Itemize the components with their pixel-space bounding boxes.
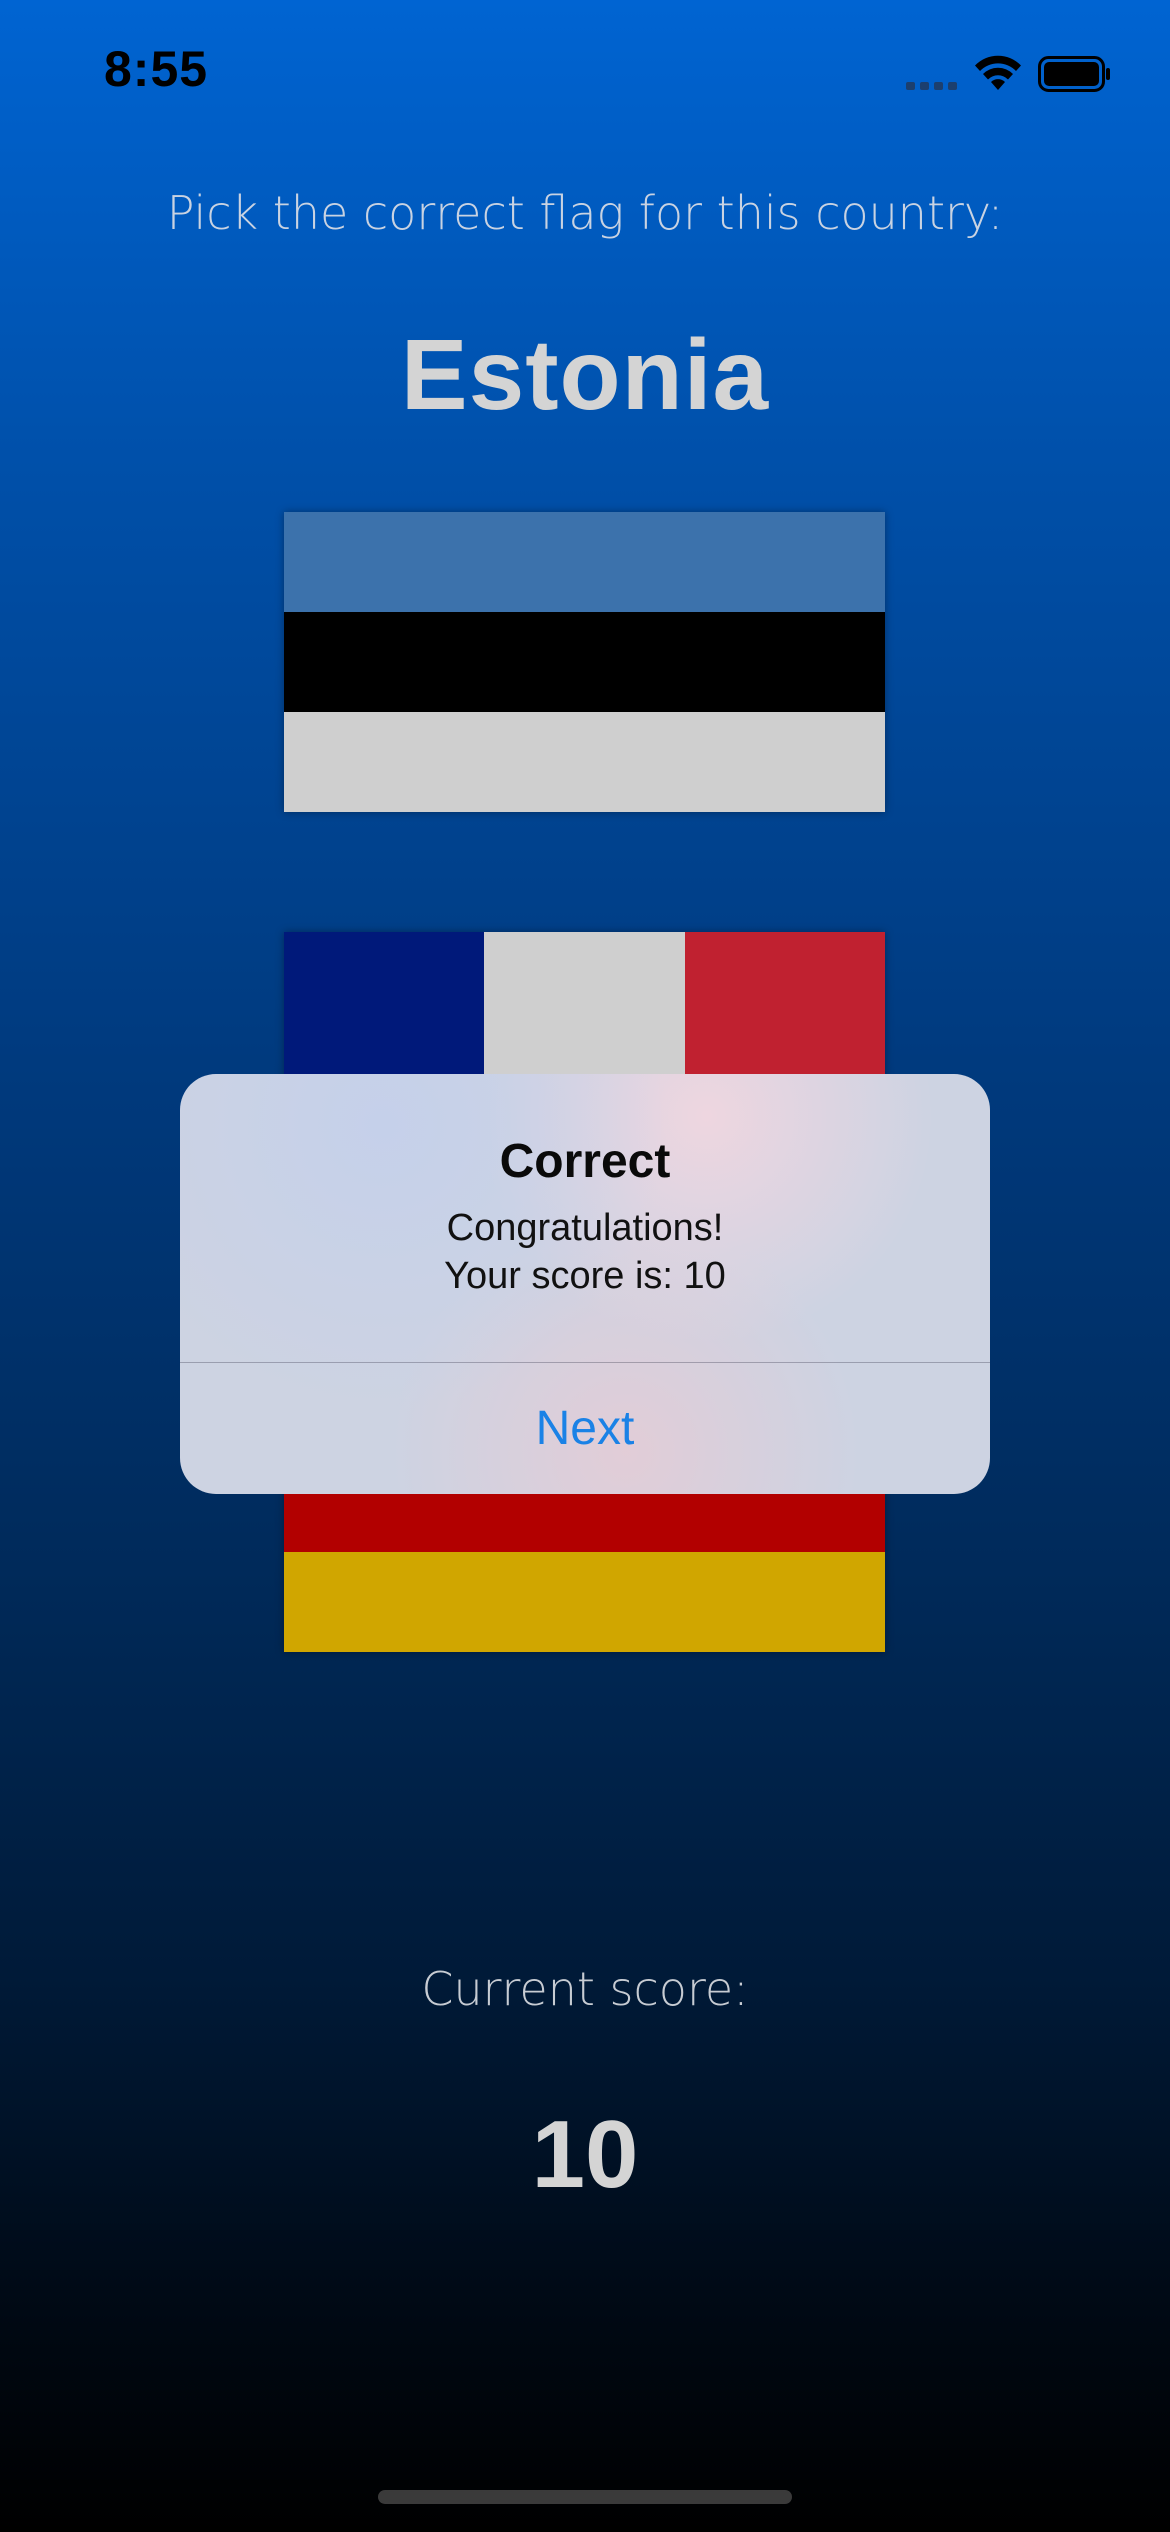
cellular-signal-icon — [906, 80, 960, 90]
score-value: 10 — [531, 2101, 639, 2208]
wifi-icon — [975, 55, 1021, 90]
flag-stripe — [284, 612, 885, 712]
flag-stripe — [284, 1552, 885, 1652]
status-bar: 8:55 — [0, 0, 1170, 150]
status-time: 8:55 — [104, 41, 209, 97]
alert-message: Congratulations! Your score is: 10 — [444, 1207, 726, 1297]
score-label: Current score: — [421, 1962, 749, 2016]
flag-stripe — [284, 712, 885, 812]
alert-title: Correct — [499, 1135, 671, 1188]
flag-stripe — [284, 512, 885, 612]
battery-icon — [1038, 56, 1110, 92]
next-button[interactable]: Next — [180, 1363, 990, 1494]
country-name: Estonia — [400, 319, 770, 431]
home-indicator[interactable] — [378, 2490, 792, 2504]
result-alert: Correct Congratulations! Your score is: … — [180, 1074, 990, 1494]
quiz-prompt: Pick the correct flag for this country: — [166, 186, 1004, 240]
flag-button-estonia[interactable] — [284, 512, 885, 812]
